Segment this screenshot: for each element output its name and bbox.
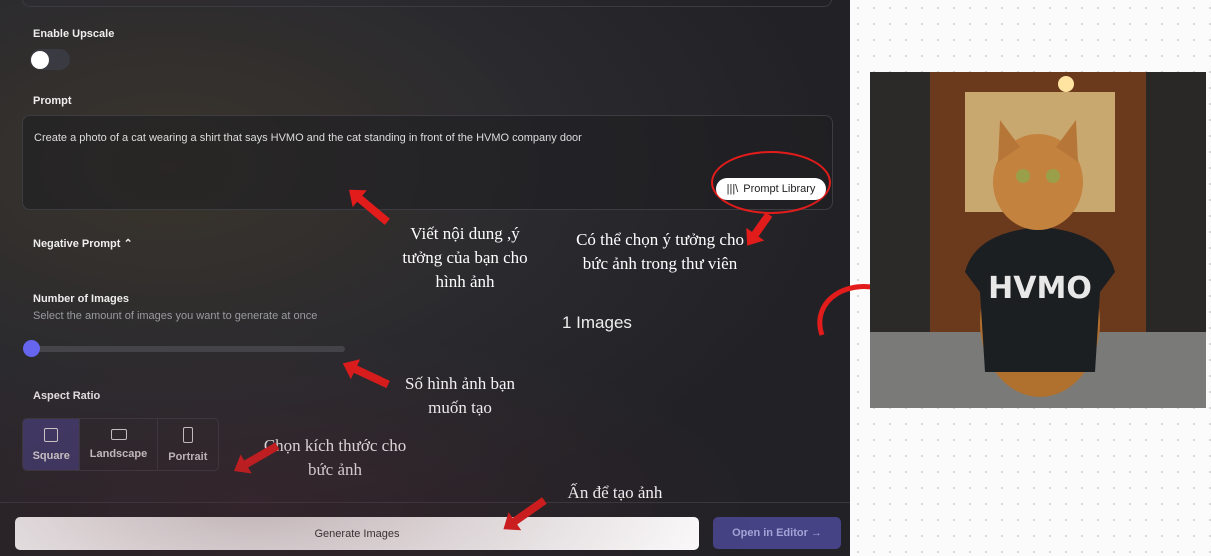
prompt-label: Prompt — [33, 95, 72, 107]
aspect-square[interactable]: Square — [23, 419, 81, 470]
num-images-readout: 1 Images — [562, 313, 632, 332]
upscale-label: Enable Upscale — [33, 28, 115, 40]
aspect-ratio-group: Square Landscape Portrait — [22, 418, 219, 471]
annotation-aspect: Chọn kích thước cho bức ảnh — [263, 436, 407, 479]
annotation-generate: Ấn để tạo ảnh — [567, 483, 663, 502]
square-icon — [44, 427, 59, 442]
generated-image[interactable]: HVMO — [870, 72, 1206, 408]
num-images-hint: Select the amount of images you want to … — [33, 310, 318, 322]
red-arrow-icon — [749, 212, 773, 240]
annotation-library: Có thể chọn ý tưởng cho bức ảnh trong th… — [576, 230, 744, 273]
portrait-icon — [182, 426, 193, 443]
num-images-slider[interactable] — [23, 340, 345, 357]
slider-thumb[interactable] — [23, 340, 40, 357]
shirt-text: HVMO — [988, 271, 1092, 306]
aspect-ratio-label: Aspect Ratio — [33, 390, 101, 402]
prompt-input[interactable]: Create a photo of a cat wearing a shirt … — [22, 115, 833, 210]
upscale-toggle[interactable] — [30, 49, 70, 70]
prompt-library-button[interactable]: |||\ Prompt Library — [716, 178, 826, 200]
arrow-right-icon: → — [810, 527, 822, 539]
previous-field — [22, 0, 832, 7]
library-icon: |||\ — [726, 183, 739, 195]
annotation-prompt: Viết nội dung ,ý tưởng của bạn cho hình … — [402, 224, 528, 291]
aspect-landscape[interactable]: Landscape — [80, 419, 158, 470]
open-in-editor-button[interactable]: Open in Editor → — [713, 517, 841, 549]
chevron-up-icon: ⌃ — [123, 238, 133, 250]
red-arrow-icon — [350, 363, 390, 389]
landscape-icon — [110, 429, 127, 440]
generation-panel: Enable Upscale Prompt Create a photo of … — [0, 0, 850, 556]
annotation-count: Số hình ảnh bạn muốn tạo — [404, 374, 516, 417]
aspect-portrait[interactable]: Portrait — [158, 419, 218, 470]
num-images-label: Number of Images — [33, 293, 129, 305]
negative-prompt-toggle[interactable]: Negative Prompt ⌃ — [33, 237, 133, 250]
generate-images-button[interactable]: Generate Images — [15, 517, 699, 550]
